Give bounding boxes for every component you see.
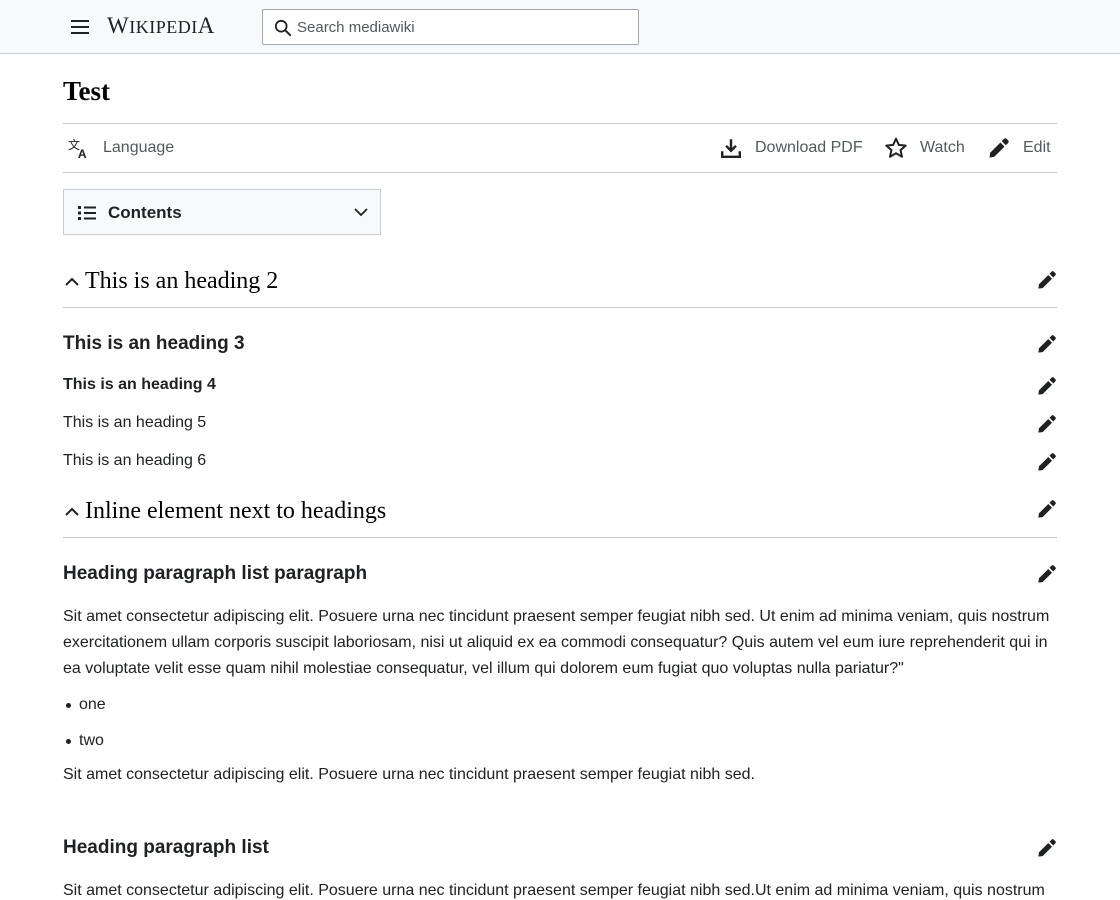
download-pdf-label: Download PDF [755,139,863,156]
site-header: WIKIPEDIA [0,0,1120,54]
search-input[interactable] [297,10,627,44]
watch-button[interactable]: Watch [885,132,965,164]
edit-section-pencil-icon[interactable] [1037,334,1057,354]
section-heading-2[interactable]: This is an heading 2 [63,258,1057,308]
edit-section-pencil-icon[interactable] [1037,452,1057,472]
table-of-contents-toggle[interactable]: Contents [63,189,381,235]
edit-page-button[interactable]: Edit [988,132,1051,164]
search-icon [274,19,292,37]
toolbar-divider [63,172,1057,173]
list-icon [78,206,96,220]
paragraph: Sit amet consectetur adipiscing elit. Po… [63,608,1050,677]
hamburger-menu-icon [71,20,89,22]
pencil-icon [989,138,1009,158]
list-item: two [66,732,104,749]
heading-2-text: This is an heading 2 [85,268,279,294]
chevron-down-icon [354,208,368,217]
heading-paragraph-list-paragraph: Heading paragraph list paragraph [63,563,368,584]
title-divider [63,123,1057,124]
heading-6: This is an heading 6 [63,452,207,469]
toc-label: Contents [108,203,182,222]
edit-section-pencil-icon[interactable] [1037,499,1057,519]
heading-3: This is an heading 3 [63,333,245,354]
edit-section-pencil-icon[interactable] [1037,376,1057,396]
list-item: one [66,696,106,713]
language-label: Language [103,139,175,156]
svg-text:A: A [78,147,87,159]
chevron-up-icon [65,277,79,286]
language-button[interactable]: 文 A Language [68,132,174,164]
edit-section-pencil-icon[interactable] [1037,270,1057,290]
download-pdf-button[interactable]: Download PDF [720,132,863,164]
watch-label: Watch [920,139,965,156]
page-title: Test [63,76,111,106]
edit-section-pencil-icon[interactable] [1037,564,1057,584]
paragraph: Sit amet consectetur adipiscing elit. Po… [63,882,1045,899]
paragraph: Sit amet consectetur adipiscing elit. Po… [63,766,755,783]
edit-section-pencil-icon[interactable] [1037,414,1057,434]
chevron-up-icon [65,507,79,516]
edit-section-pencil-icon[interactable] [1037,838,1057,858]
main-menu-button[interactable] [66,13,94,41]
heading-paragraph-list: Heading paragraph list [63,837,269,858]
search-box[interactable] [262,9,639,45]
star-icon [885,137,907,158]
heading-5: This is an heading 5 [63,414,207,431]
edit-page-label: Edit [1023,139,1051,156]
heading-2-text: Inline element next to headings [85,498,387,524]
download-icon [720,139,742,159]
language-icon: 文 A [68,137,87,159]
wikipedia-logo[interactable]: WIKIPEDIA [107,13,215,39]
heading-4: This is an heading 4 [63,376,216,393]
section-inline-element[interactable]: Inline element next to headings [63,488,1057,538]
